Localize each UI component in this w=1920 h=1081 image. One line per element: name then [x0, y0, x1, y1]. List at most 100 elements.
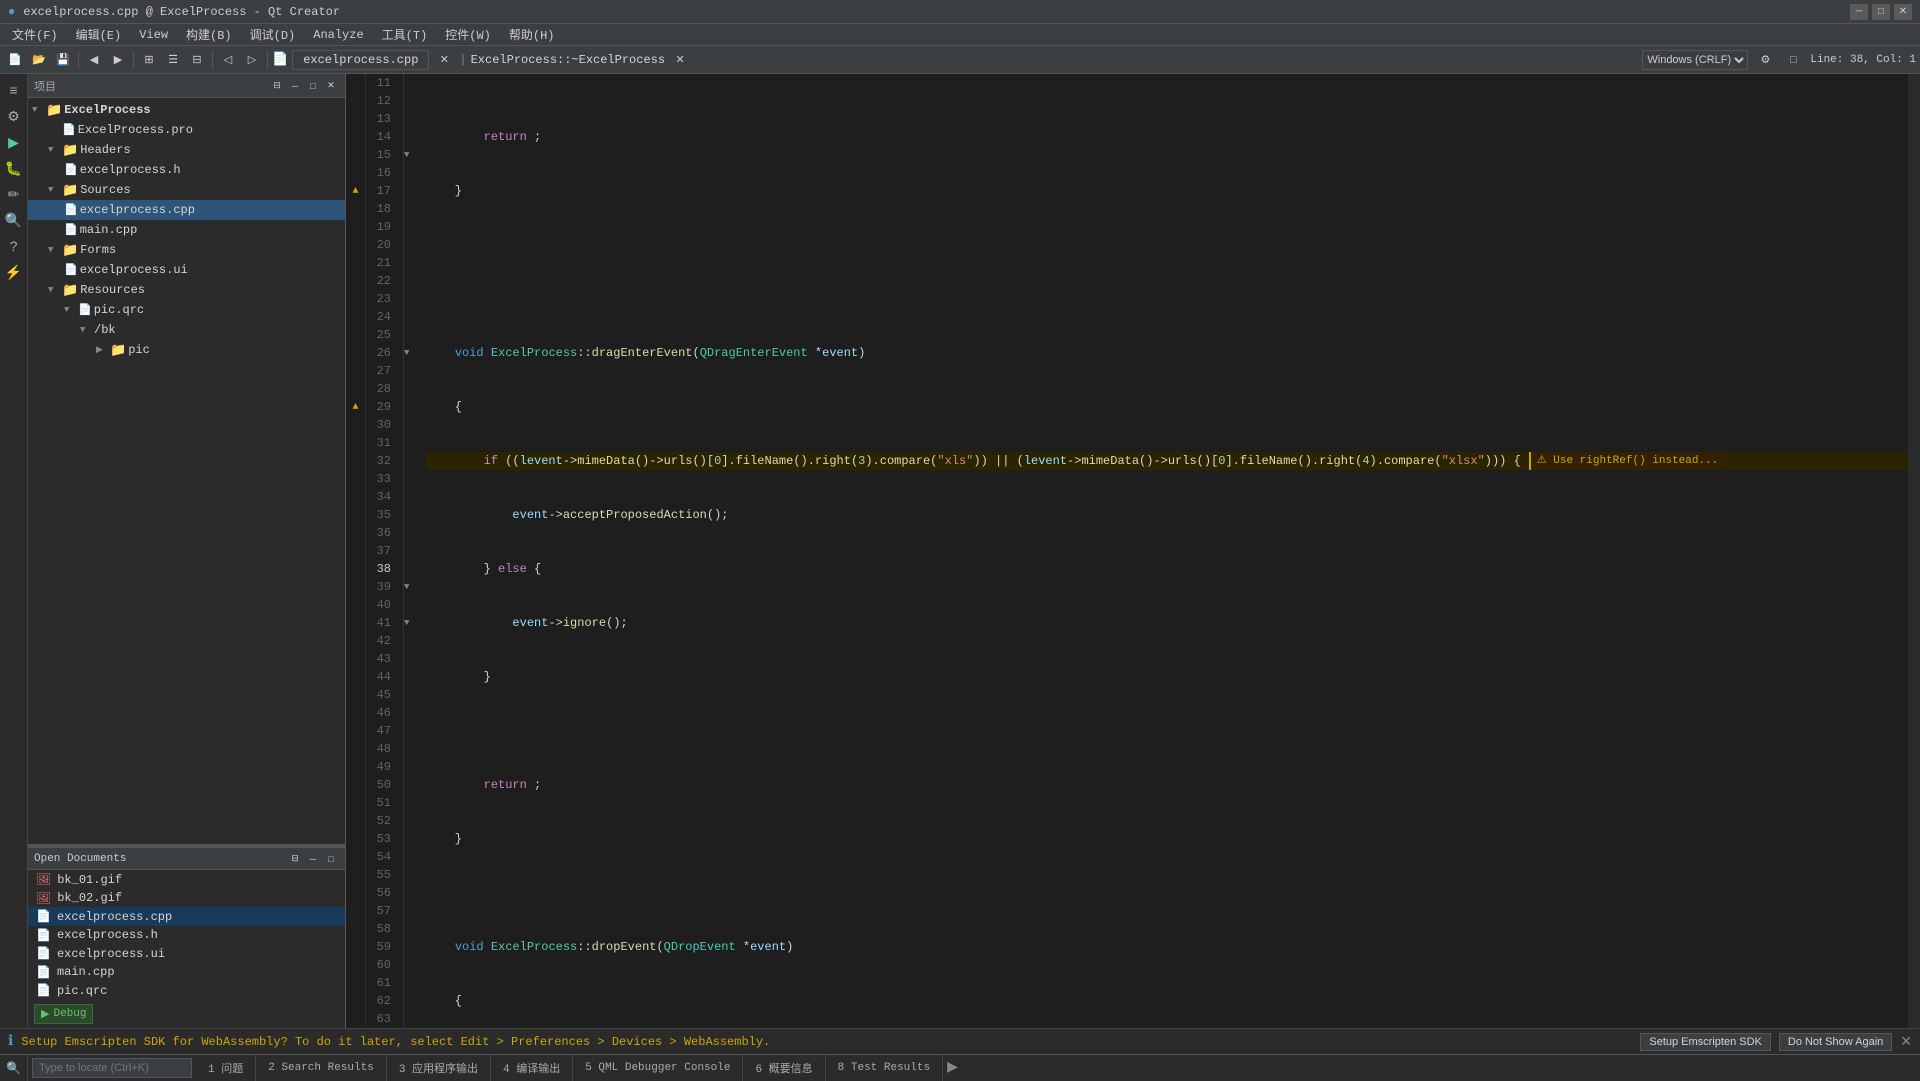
open-doc-maincpp[interactable]: 📄 main.cpp: [28, 963, 345, 982]
linenum-34: 34: [366, 488, 397, 506]
tree-item-pic[interactable]: ▶ 📁 pic: [28, 340, 345, 360]
activity-debug[interactable]: 🐛: [2, 156, 26, 180]
main-content: ≡ ⚙ ▶ 🐛 ✏ 🔍 ? ⚡ 项目 ⊟ ─ □ ✕ ▼: [0, 74, 1920, 1028]
menu-analyze[interactable]: Analyze: [305, 26, 371, 44]
fold-17: [404, 182, 418, 200]
gutter-24: [346, 308, 365, 326]
fold-29: [404, 398, 418, 416]
save-button[interactable]: 💾: [52, 49, 74, 71]
tree-item-pro[interactable]: 📄 ExcelProcess.pro: [28, 120, 345, 140]
code-line-25: [426, 884, 1908, 902]
scrollbar-vertical[interactable]: [1908, 74, 1920, 1028]
bottom-tab-summary[interactable]: 6 概要信息: [743, 1055, 825, 1081]
linenum-49: 49: [366, 758, 397, 776]
linenum-47: 47: [366, 722, 397, 740]
activity-search[interactable]: 🔍: [2, 208, 26, 232]
tree-item-excelprocess-cpp[interactable]: 📄 excelprocess.cpp: [28, 200, 345, 220]
fold-41[interactable]: ▼: [404, 614, 418, 632]
extra-btn-2[interactable]: □: [1782, 49, 1804, 71]
bottom-tab-qmldebug[interactable]: 5 QML Debugger Console: [573, 1055, 743, 1081]
close-breadcrumb[interactable]: ✕: [669, 49, 691, 71]
forward-button[interactable]: ▶: [107, 49, 129, 71]
editor-gutter: ▲ ▲: [346, 74, 366, 1028]
bottom-tab-testresults[interactable]: 8 Test Results: [826, 1055, 943, 1081]
menu-control[interactable]: 控件(W): [437, 24, 499, 45]
menu-tools[interactable]: 工具(T): [374, 24, 436, 45]
fold-15[interactable]: ▼: [404, 146, 418, 164]
menu-file[interactable]: 文件(F): [4, 24, 66, 45]
info-bar: ℹ Setup Emscripten SDK for WebAssembly? …: [0, 1028, 1920, 1054]
tree-item-main-cpp[interactable]: 📄 main.cpp: [28, 220, 345, 240]
mode-split[interactable]: ⊟: [186, 49, 208, 71]
activity-settings[interactable]: ⚙: [2, 104, 26, 128]
open-doc-picqrc[interactable]: 📄 pic.qrc: [28, 982, 345, 1001]
menu-help[interactable]: 帮助(H): [501, 24, 563, 45]
extra-btn-1[interactable]: ⚙: [1754, 49, 1776, 71]
tree-item-bk[interactable]: ▼ /bk: [28, 320, 345, 340]
fold-39[interactable]: ▼: [404, 578, 418, 596]
activity-run[interactable]: ▶: [2, 130, 26, 154]
activity-extra[interactable]: ⚡: [2, 260, 26, 284]
panel-collapse[interactable]: ─: [287, 78, 303, 94]
mode-list[interactable]: ☰: [162, 49, 184, 71]
activity-help[interactable]: ?: [2, 234, 26, 258]
debug-label: Debug: [53, 1008, 86, 1020]
minimize-button[interactable]: ─: [1850, 4, 1868, 20]
tree-item-headers[interactable]: ▼ 📁 Headers: [28, 140, 345, 160]
gutter-11: [346, 74, 365, 92]
tree-item-excelprocess-h[interactable]: 📄 excelprocess.h: [28, 160, 345, 180]
menu-view[interactable]: View: [131, 26, 176, 44]
gutter-16: [346, 164, 365, 182]
activity-project[interactable]: ≡: [2, 78, 26, 102]
breadcrumb-class[interactable]: ExcelProcess::~ExcelProcess: [471, 53, 665, 67]
panel-filter[interactable]: ⊟: [269, 78, 285, 94]
close-current-tab[interactable]: ✕: [433, 49, 455, 71]
setup-emscripten-button[interactable]: Setup Emscripten SDK: [1640, 1033, 1771, 1051]
tree-item-excelprocess[interactable]: ▼ 📁 ExcelProcess: [28, 100, 345, 120]
back-button[interactable]: ◀: [83, 49, 105, 71]
open-doc-excelcpp[interactable]: 📄 excelprocess.cpp: [28, 907, 345, 926]
close-button[interactable]: ✕: [1894, 4, 1912, 20]
new-file-button[interactable]: 📄: [4, 49, 26, 71]
open-doc-excelh[interactable]: 📄 excelprocess.h: [28, 926, 345, 945]
tree-item-pic-qrc[interactable]: ▼ 📄 pic.qrc: [28, 300, 345, 320]
open-docs-collapse[interactable]: ─: [305, 851, 321, 867]
panel-expand[interactable]: □: [305, 78, 321, 94]
locate-input[interactable]: [32, 1058, 192, 1078]
do-not-show-again-button[interactable]: Do Not Show Again: [1779, 1033, 1892, 1051]
open-doc-excelui[interactable]: 📄 excelprocess.ui: [28, 944, 345, 963]
main-toolbar: 📄 📂 💾 ◀ ▶ ⊞ ☰ ⊟ ◁ ▷ 📄 excelprocess.cpp ✕…: [0, 46, 1920, 74]
encoding-select[interactable]: Windows (CRLF): [1642, 50, 1748, 70]
next-bookmark[interactable]: ▷: [241, 49, 263, 71]
bottom-tab-compile[interactable]: 4 编译输出: [491, 1055, 573, 1081]
linenum-42: 42: [366, 632, 397, 650]
bottom-tab-issues[interactable]: 1 问题: [196, 1055, 256, 1081]
tree-item-excelprocess-ui[interactable]: 📄 excelprocess.ui: [28, 260, 345, 280]
mode-grid[interactable]: ⊞: [138, 49, 160, 71]
open-docs-filter[interactable]: ⊟: [287, 851, 303, 867]
tree-item-forms[interactable]: ▼ 📁 Forms: [28, 240, 345, 260]
prev-bookmark[interactable]: ◁: [217, 49, 239, 71]
menu-debug[interactable]: 调试(D): [242, 24, 304, 45]
info-close-button[interactable]: ✕: [1900, 1033, 1912, 1050]
icon-excelprocess-h: 📄: [64, 163, 78, 177]
open-doc-bk02[interactable]: 🖼 bk_02.gif: [28, 889, 345, 908]
bottom-tab-search[interactable]: 2 Search Results: [256, 1055, 387, 1081]
open-docs-expand[interactable]: □: [323, 851, 339, 867]
menu-build[interactable]: 构建(B): [178, 24, 240, 45]
open-doc-bk01[interactable]: 🖼 bk_01.gif: [28, 870, 345, 889]
bottom-tab-appout[interactable]: 3 应用程序输出: [387, 1055, 491, 1081]
tree-item-sources[interactable]: ▼ 📁 Sources: [28, 180, 345, 200]
linenum-43: 43: [366, 650, 397, 668]
fold-26[interactable]: ▼: [404, 344, 418, 362]
code-editor[interactable]: return ; } void ExcelProcess::dragEnterE…: [418, 74, 1908, 1028]
activity-edit[interactable]: ✏: [2, 182, 26, 206]
tree-item-resources[interactable]: ▼ 📁 Resources: [28, 280, 345, 300]
search-btn[interactable]: 🔍: [6, 1061, 21, 1075]
maximize-button[interactable]: □: [1872, 4, 1890, 20]
open-button[interactable]: 📂: [28, 49, 50, 71]
icon-openmaincpp: 📄: [36, 965, 51, 980]
current-file-tab[interactable]: excelprocess.cpp: [292, 50, 429, 70]
panel-close[interactable]: ✕: [323, 78, 339, 94]
menu-edit[interactable]: 编辑(E): [68, 24, 130, 45]
